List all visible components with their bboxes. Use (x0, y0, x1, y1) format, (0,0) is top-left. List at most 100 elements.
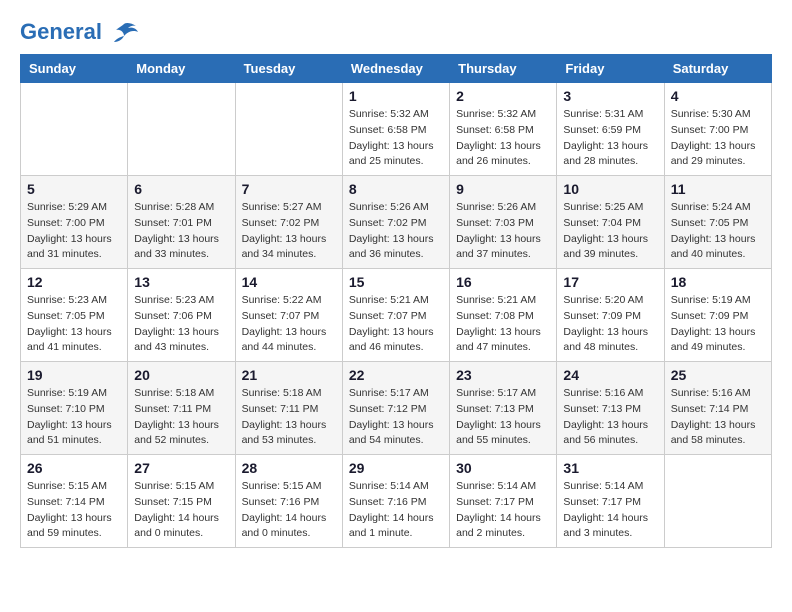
calendar-cell: 5Sunrise: 5:29 AMSunset: 7:00 PMDaylight… (21, 176, 128, 269)
day-number: 11 (671, 181, 765, 197)
day-number: 22 (349, 367, 443, 383)
day-number: 23 (456, 367, 550, 383)
day-number: 16 (456, 274, 550, 290)
day-info: Sunrise: 5:32 AMSunset: 6:58 PMDaylight:… (456, 107, 550, 170)
calendar-table: SundayMondayTuesdayWednesdayThursdayFrid… (20, 54, 772, 548)
calendar-cell: 16 Sunrise: 5:21 AMSunset: 7:08 PMDayligh… (450, 269, 557, 362)
day-number: 27 (134, 460, 228, 476)
day-info: Sunrise: 5:30 AMSunset: 7:00 PMDaylight:… (671, 107, 765, 170)
day-info: Sunrise: 5:15 AMSunset: 7:14 PMDaylight:… (27, 479, 121, 542)
day-info: Sunrise: 5:15 AMSunset: 7:15 PMDaylight:… (134, 479, 228, 542)
weekday-header: Thursday (450, 55, 557, 83)
day-info: Sunrise: 5:17 AMSunset: 7:13 PMDaylight:… (456, 386, 550, 449)
day-number: 25 (671, 367, 765, 383)
logo: General (20, 20, 140, 44)
calendar-week-row: 12Sunrise: 5:23 AMSunset: 7:05 PMDayligh… (21, 269, 772, 362)
calendar-cell: 7 Sunrise: 5:27 AMSunset: 7:02 PMDaylight… (235, 176, 342, 269)
day-number: 26 (27, 460, 121, 476)
day-number: 15 (349, 274, 443, 290)
calendar-cell: 4 Sunrise: 5:30 AMSunset: 7:00 PMDaylight… (664, 83, 771, 176)
calendar-cell: 8Sunrise: 5:26 AMSunset: 7:02 PMDaylight… (342, 176, 449, 269)
day-number: 13 (134, 274, 228, 290)
calendar-cell: 26 Sunrise: 5:15 AMSunset: 7:14 PMDayligh… (21, 455, 128, 548)
page-header: General (20, 20, 772, 44)
calendar-cell: 12Sunrise: 5:23 AMSunset: 7:05 PMDayligh… (21, 269, 128, 362)
day-info: Sunrise: 5:32 AMSunset: 6:58 PMDaylight:… (349, 107, 443, 170)
day-number: 4 (671, 88, 765, 104)
calendar-cell: 3 Sunrise: 5:31 AMSunset: 6:59 PMDaylight… (557, 83, 664, 176)
calendar-cell (235, 83, 342, 176)
day-info: Sunrise: 5:18 AMSunset: 7:11 PMDaylight:… (242, 386, 336, 449)
calendar-cell: 2 Sunrise: 5:32 AMSunset: 6:58 PMDaylight… (450, 83, 557, 176)
calendar-cell: 17 Sunrise: 5:20 AMSunset: 7:09 PMDayligh… (557, 269, 664, 362)
day-number: 8 (349, 181, 443, 197)
day-info: Sunrise: 5:16 AMSunset: 7:14 PMDaylight:… (671, 386, 765, 449)
day-number: 14 (242, 274, 336, 290)
day-info: Sunrise: 5:19 AMSunset: 7:10 PMDaylight:… (27, 386, 121, 449)
day-info: Sunrise: 5:24 AMSunset: 7:05 PMDaylight:… (671, 200, 765, 263)
weekday-header: Sunday (21, 55, 128, 83)
day-number: 2 (456, 88, 550, 104)
day-number: 29 (349, 460, 443, 476)
day-number: 7 (242, 181, 336, 197)
calendar-cell (21, 83, 128, 176)
day-number: 21 (242, 367, 336, 383)
day-number: 10 (563, 181, 657, 197)
calendar-cell: 25 Sunrise: 5:16 AMSunset: 7:14 PMDayligh… (664, 362, 771, 455)
day-info: Sunrise: 5:18 AMSunset: 7:11 PMDaylight:… (134, 386, 228, 449)
day-info: Sunrise: 5:20 AMSunset: 7:09 PMDaylight:… (563, 293, 657, 356)
day-number: 20 (134, 367, 228, 383)
calendar-week-row: 26 Sunrise: 5:15 AMSunset: 7:14 PMDayligh… (21, 455, 772, 548)
calendar-week-row: 5Sunrise: 5:29 AMSunset: 7:00 PMDaylight… (21, 176, 772, 269)
day-info: Sunrise: 5:16 AMSunset: 7:13 PMDaylight:… (563, 386, 657, 449)
calendar-cell: 6 Sunrise: 5:28 AMSunset: 7:01 PMDaylight… (128, 176, 235, 269)
day-info: Sunrise: 5:31 AMSunset: 6:59 PMDaylight:… (563, 107, 657, 170)
day-number: 18 (671, 274, 765, 290)
day-info: Sunrise: 5:25 AMSunset: 7:04 PMDaylight:… (563, 200, 657, 263)
day-number: 3 (563, 88, 657, 104)
day-number: 6 (134, 181, 228, 197)
day-info: Sunrise: 5:29 AMSunset: 7:00 PMDaylight:… (27, 200, 121, 263)
weekday-header: Tuesday (235, 55, 342, 83)
day-number: 19 (27, 367, 121, 383)
day-number: 24 (563, 367, 657, 383)
day-info: Sunrise: 5:26 AMSunset: 7:03 PMDaylight:… (456, 200, 550, 263)
weekday-header: Friday (557, 55, 664, 83)
calendar-cell: 24 Sunrise: 5:16 AMSunset: 7:13 PMDayligh… (557, 362, 664, 455)
day-info: Sunrise: 5:14 AMSunset: 7:17 PMDaylight:… (563, 479, 657, 542)
weekday-header: Monday (128, 55, 235, 83)
day-info: Sunrise: 5:14 AMSunset: 7:16 PMDaylight:… (349, 479, 443, 542)
calendar-cell: 22 Sunrise: 5:17 AMSunset: 7:12 PMDayligh… (342, 362, 449, 455)
calendar-cell: 31 Sunrise: 5:14 AMSunset: 7:17 PMDayligh… (557, 455, 664, 548)
day-info: Sunrise: 5:15 AMSunset: 7:16 PMDaylight:… (242, 479, 336, 542)
weekday-header: Wednesday (342, 55, 449, 83)
day-number: 17 (563, 274, 657, 290)
day-info: Sunrise: 5:22 AMSunset: 7:07 PMDaylight:… (242, 293, 336, 356)
day-info: Sunrise: 5:28 AMSunset: 7:01 PMDaylight:… (134, 200, 228, 263)
calendar-cell (664, 455, 771, 548)
calendar-cell (128, 83, 235, 176)
day-number: 30 (456, 460, 550, 476)
day-info: Sunrise: 5:21 AMSunset: 7:07 PMDaylight:… (349, 293, 443, 356)
calendar-cell: 27 Sunrise: 5:15 AMSunset: 7:15 PMDayligh… (128, 455, 235, 548)
calendar-week-row: 19 Sunrise: 5:19 AMSunset: 7:10 PMDayligh… (21, 362, 772, 455)
day-number: 9 (456, 181, 550, 197)
logo-general: General (20, 19, 102, 44)
calendar-cell: 15 Sunrise: 5:21 AMSunset: 7:07 PMDayligh… (342, 269, 449, 362)
day-info: Sunrise: 5:27 AMSunset: 7:02 PMDaylight:… (242, 200, 336, 263)
calendar-cell: 21 Sunrise: 5:18 AMSunset: 7:11 PMDayligh… (235, 362, 342, 455)
day-number: 31 (563, 460, 657, 476)
day-info: Sunrise: 5:21 AMSunset: 7:08 PMDaylight:… (456, 293, 550, 356)
calendar-week-row: 1Sunrise: 5:32 AMSunset: 6:58 PMDaylight… (21, 83, 772, 176)
weekday-header: Saturday (664, 55, 771, 83)
calendar-cell: 9 Sunrise: 5:26 AMSunset: 7:03 PMDaylight… (450, 176, 557, 269)
day-info: Sunrise: 5:23 AMSunset: 7:06 PMDaylight:… (134, 293, 228, 356)
day-number: 28 (242, 460, 336, 476)
calendar-cell: 10 Sunrise: 5:25 AMSunset: 7:04 PMDayligh… (557, 176, 664, 269)
day-info: Sunrise: 5:17 AMSunset: 7:12 PMDaylight:… (349, 386, 443, 449)
calendar-cell: 30 Sunrise: 5:14 AMSunset: 7:17 PMDayligh… (450, 455, 557, 548)
calendar-header-row: SundayMondayTuesdayWednesdayThursdayFrid… (21, 55, 772, 83)
calendar-cell: 1Sunrise: 5:32 AMSunset: 6:58 PMDaylight… (342, 83, 449, 176)
day-info: Sunrise: 5:14 AMSunset: 7:17 PMDaylight:… (456, 479, 550, 542)
calendar-cell: 29 Sunrise: 5:14 AMSunset: 7:16 PMDayligh… (342, 455, 449, 548)
